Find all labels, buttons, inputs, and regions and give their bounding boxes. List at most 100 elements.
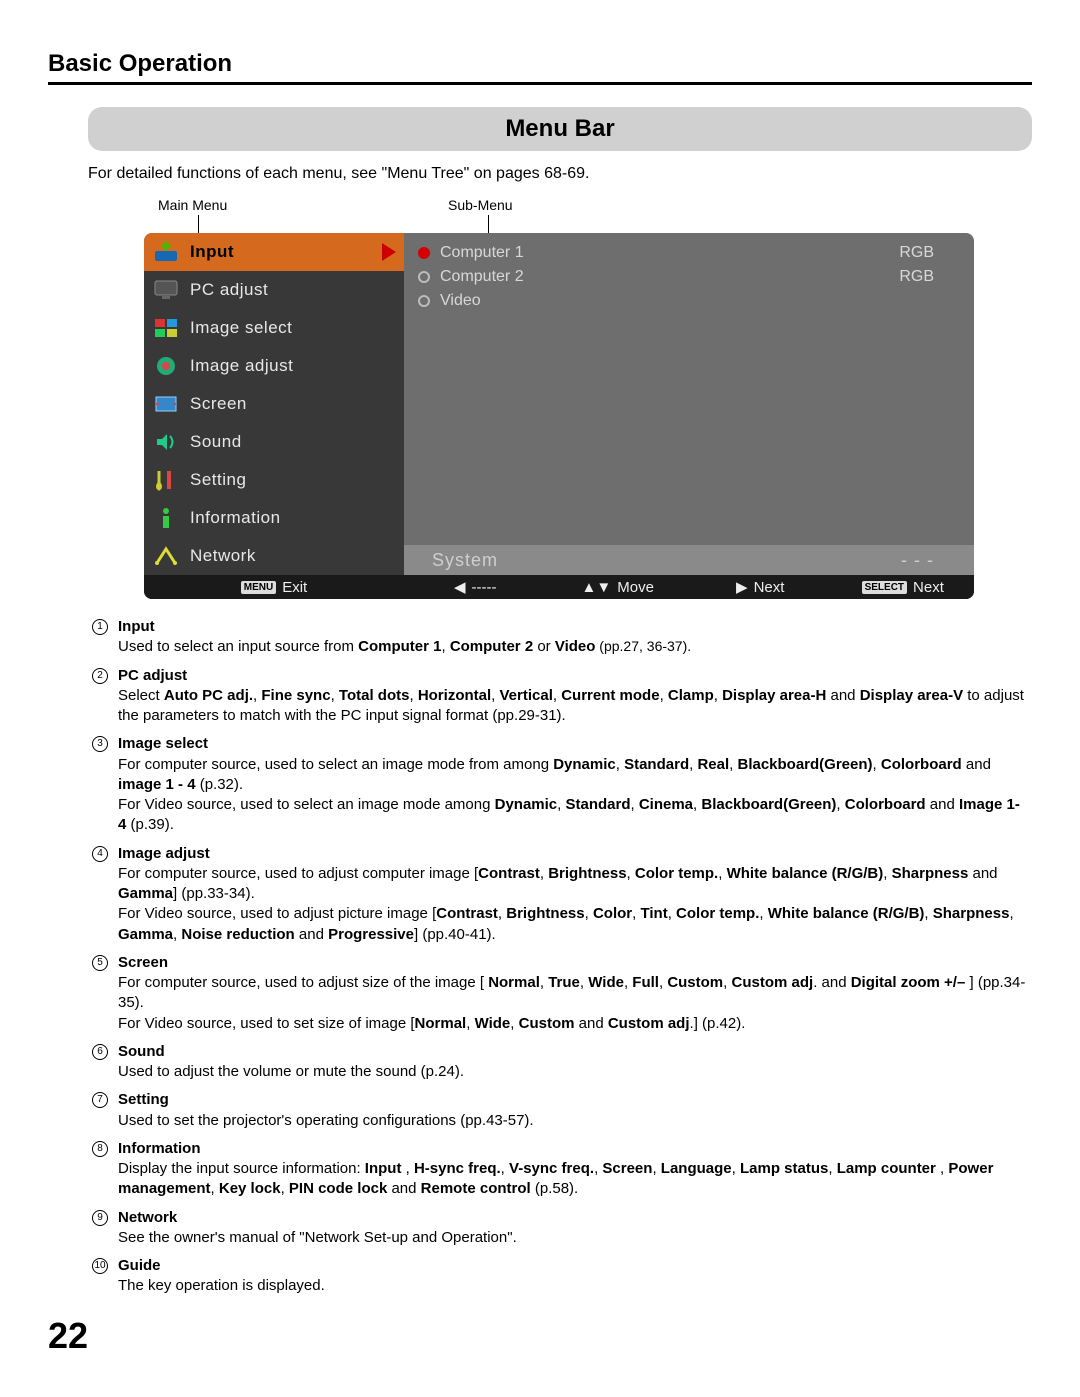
submenu-value: RGB	[899, 268, 934, 286]
desc-title: PC adjust	[118, 666, 1032, 686]
desc-body: SoundUsed to adjust the volume or mute t…	[118, 1042, 1032, 1083]
menu-label: Image select	[190, 318, 292, 338]
desc-item: 4Image adjustFor computer source, used t…	[92, 844, 1032, 945]
menu-label: Image adjust	[190, 356, 293, 376]
radio-empty-icon	[418, 295, 430, 307]
page-number: 22	[48, 1315, 88, 1357]
desc-body: Image selectFor computer source, used to…	[118, 734, 1032, 835]
desc-number: 6	[92, 1044, 108, 1060]
desc-body: InformationDisplay the input source info…	[118, 1139, 1032, 1200]
submenu-row[interactable]: Video	[404, 289, 974, 313]
menu-label: PC adjust	[190, 280, 268, 300]
updown-icon: ▲▼	[582, 579, 612, 596]
desc-body: GuideThe key operation is displayed.	[118, 1256, 1032, 1297]
desc-text: For computer source, used to adjust size…	[118, 973, 1032, 1034]
submenu-row[interactable]: Computer 2 RGB	[404, 265, 974, 289]
desc-number: 10	[92, 1258, 108, 1274]
menu-label: Screen	[190, 394, 247, 414]
adjust-icon	[152, 353, 180, 379]
menu-label: Network	[190, 546, 256, 566]
desc-item: 3 Image selectFor computer source, used t…	[92, 734, 1032, 835]
desc-text: Select Auto PC adj., Fine sync, Total do…	[118, 686, 1032, 727]
osd-diagram: Main Menu Sub-Menu ① ② ③ ④ ⑤ ⑥ ⑦ ⑧ ⑨ ⑩	[88, 197, 1032, 599]
page-title: Menu Bar	[88, 107, 1032, 151]
submenu-label: Computer 1	[440, 244, 524, 262]
menu-item-information[interactable]: Information	[144, 499, 404, 537]
desc-text: For computer source, used to adjust comp…	[118, 864, 1032, 945]
desc-item: 6 SoundUsed to adjust the volume or mute …	[92, 1042, 1032, 1083]
submenu-label: Computer 2	[440, 268, 524, 286]
system-label: System	[432, 550, 498, 571]
triangle-right-icon: ▶	[736, 578, 748, 596]
guide-move: Move	[617, 579, 654, 596]
desc-item: 2 PC adjustSelect Auto PC adj., Fine sync…	[92, 666, 1032, 727]
desc-body: Image adjustFor computer source, used to…	[118, 844, 1032, 945]
desc-title: Setting	[118, 1090, 1032, 1110]
desc-item: 7 SettingUsed to set the projector's oper…	[92, 1090, 1032, 1131]
desc-body: ScreenFor computer source, used to adjus…	[118, 953, 1032, 1034]
monitor-icon	[152, 277, 180, 303]
desc-body: InputUsed to select an input source from…	[118, 617, 1032, 658]
submenu-value: RGB	[899, 244, 934, 262]
desc-title: Network	[118, 1208, 1032, 1228]
radio-empty-icon	[418, 271, 430, 283]
menu-label: Sound	[190, 432, 242, 452]
menu-label: Input	[190, 242, 234, 262]
desc-text: Display the input source information: In…	[118, 1159, 1032, 1200]
desc-number: 1	[92, 619, 108, 635]
screen-icon	[152, 391, 180, 417]
desc-number: 8	[92, 1141, 108, 1157]
desc-title: Information	[118, 1139, 1032, 1159]
desc-item: 8 InformationDisplay the input source inf…	[92, 1139, 1032, 1200]
desc-item: 9 NetworkSee the owner's manual of "Netwo…	[92, 1208, 1032, 1249]
menu-tag: MENU	[241, 581, 276, 594]
menu-item-sound[interactable]: Sound	[144, 423, 404, 461]
select-tag: SELECT	[862, 581, 907, 594]
menu-item-input[interactable]: Input	[144, 233, 404, 271]
menu-item-setting[interactable]: Setting	[144, 461, 404, 499]
system-row: System - - -	[404, 545, 974, 575]
desc-title: Sound	[118, 1042, 1032, 1062]
label-sub-menu: Sub-Menu	[448, 197, 513, 213]
desc-item: 1 InputUsed to select an input source fro…	[92, 617, 1032, 658]
tools-icon	[152, 467, 180, 493]
menu-item-image-adjust[interactable]: Image adjust	[144, 347, 404, 385]
submenu-row[interactable]: Computer 1 RGB	[404, 241, 974, 265]
submenu-label: Video	[440, 292, 481, 310]
intro-text: For detailed functions of each menu, see…	[88, 165, 1032, 183]
palette-icon	[152, 315, 180, 341]
network-icon	[152, 543, 180, 569]
radio-filled-icon	[418, 247, 430, 259]
menu-item-pc-adjust[interactable]: PC adjust	[144, 271, 404, 309]
desc-number: 2	[92, 668, 108, 684]
desc-item: 10 GuideThe key operation is displayed.	[92, 1256, 1032, 1297]
desc-title: Image select	[118, 734, 1032, 754]
sub-menu-panel: Computer 1 RGB Computer 2 RGB Video Syst…	[404, 233, 974, 599]
menu-item-screen[interactable]: Screen	[144, 385, 404, 423]
guide-back: -----	[472, 579, 497, 596]
desc-number: 3	[92, 736, 108, 752]
label-main-menu: Main Menu	[158, 197, 227, 213]
main-menu: Input PC adjust Image select	[144, 233, 404, 599]
desc-body: SettingUsed to set the projector's opera…	[118, 1090, 1032, 1131]
input-icon	[152, 239, 180, 265]
desc-title: Guide	[118, 1256, 1032, 1276]
desc-number: 7	[92, 1092, 108, 1108]
description-list: 1 InputUsed to select an input source fro…	[92, 617, 1032, 1297]
desc-number: 9	[92, 1210, 108, 1226]
guide-next2: Next	[913, 579, 944, 596]
section-title: Basic Operation	[48, 50, 1032, 85]
menu-item-network[interactable]: Network	[144, 537, 404, 575]
desc-title: Screen	[118, 953, 1032, 973]
sound-icon	[152, 429, 180, 455]
desc-number: 5	[92, 955, 108, 971]
triangle-left-icon: ◀	[454, 578, 466, 596]
menu-label: Setting	[190, 470, 246, 490]
guide-next: Next	[754, 579, 785, 596]
desc-text: For computer source, used to select an i…	[118, 755, 1032, 836]
desc-text: Used to set the projector's operating co…	[118, 1111, 1032, 1131]
info-icon	[152, 505, 180, 531]
guide-exit: Exit	[282, 579, 307, 596]
menu-item-image-select[interactable]: Image select	[144, 309, 404, 347]
desc-text: See the owner's manual of "Network Set-u…	[118, 1228, 1032, 1248]
